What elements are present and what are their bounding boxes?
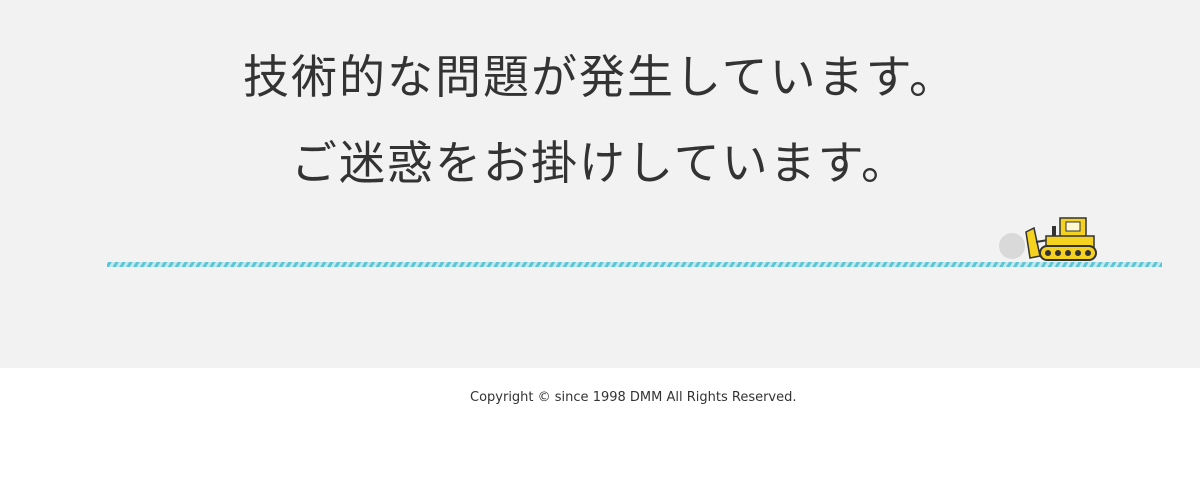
error-message-line-2: ご迷惑をお掛けしています。: [290, 136, 910, 190]
error-panel: 技術的な問題が発生しています。 ご迷惑をお掛けしています。: [0, 0, 1200, 368]
error-message-line-1: 技術的な問題が発生しています。: [242, 50, 958, 104]
bulldozer-blade: [1025, 226, 1041, 259]
copyright-text: Copyright © since 1998 DMM All Rights Re…: [470, 390, 797, 405]
footer: Copyright © since 1998 DMM All Rights Re…: [0, 368, 1200, 490]
boulder-icon: [999, 233, 1025, 259]
bulldozer-illustration: [996, 212, 1100, 264]
